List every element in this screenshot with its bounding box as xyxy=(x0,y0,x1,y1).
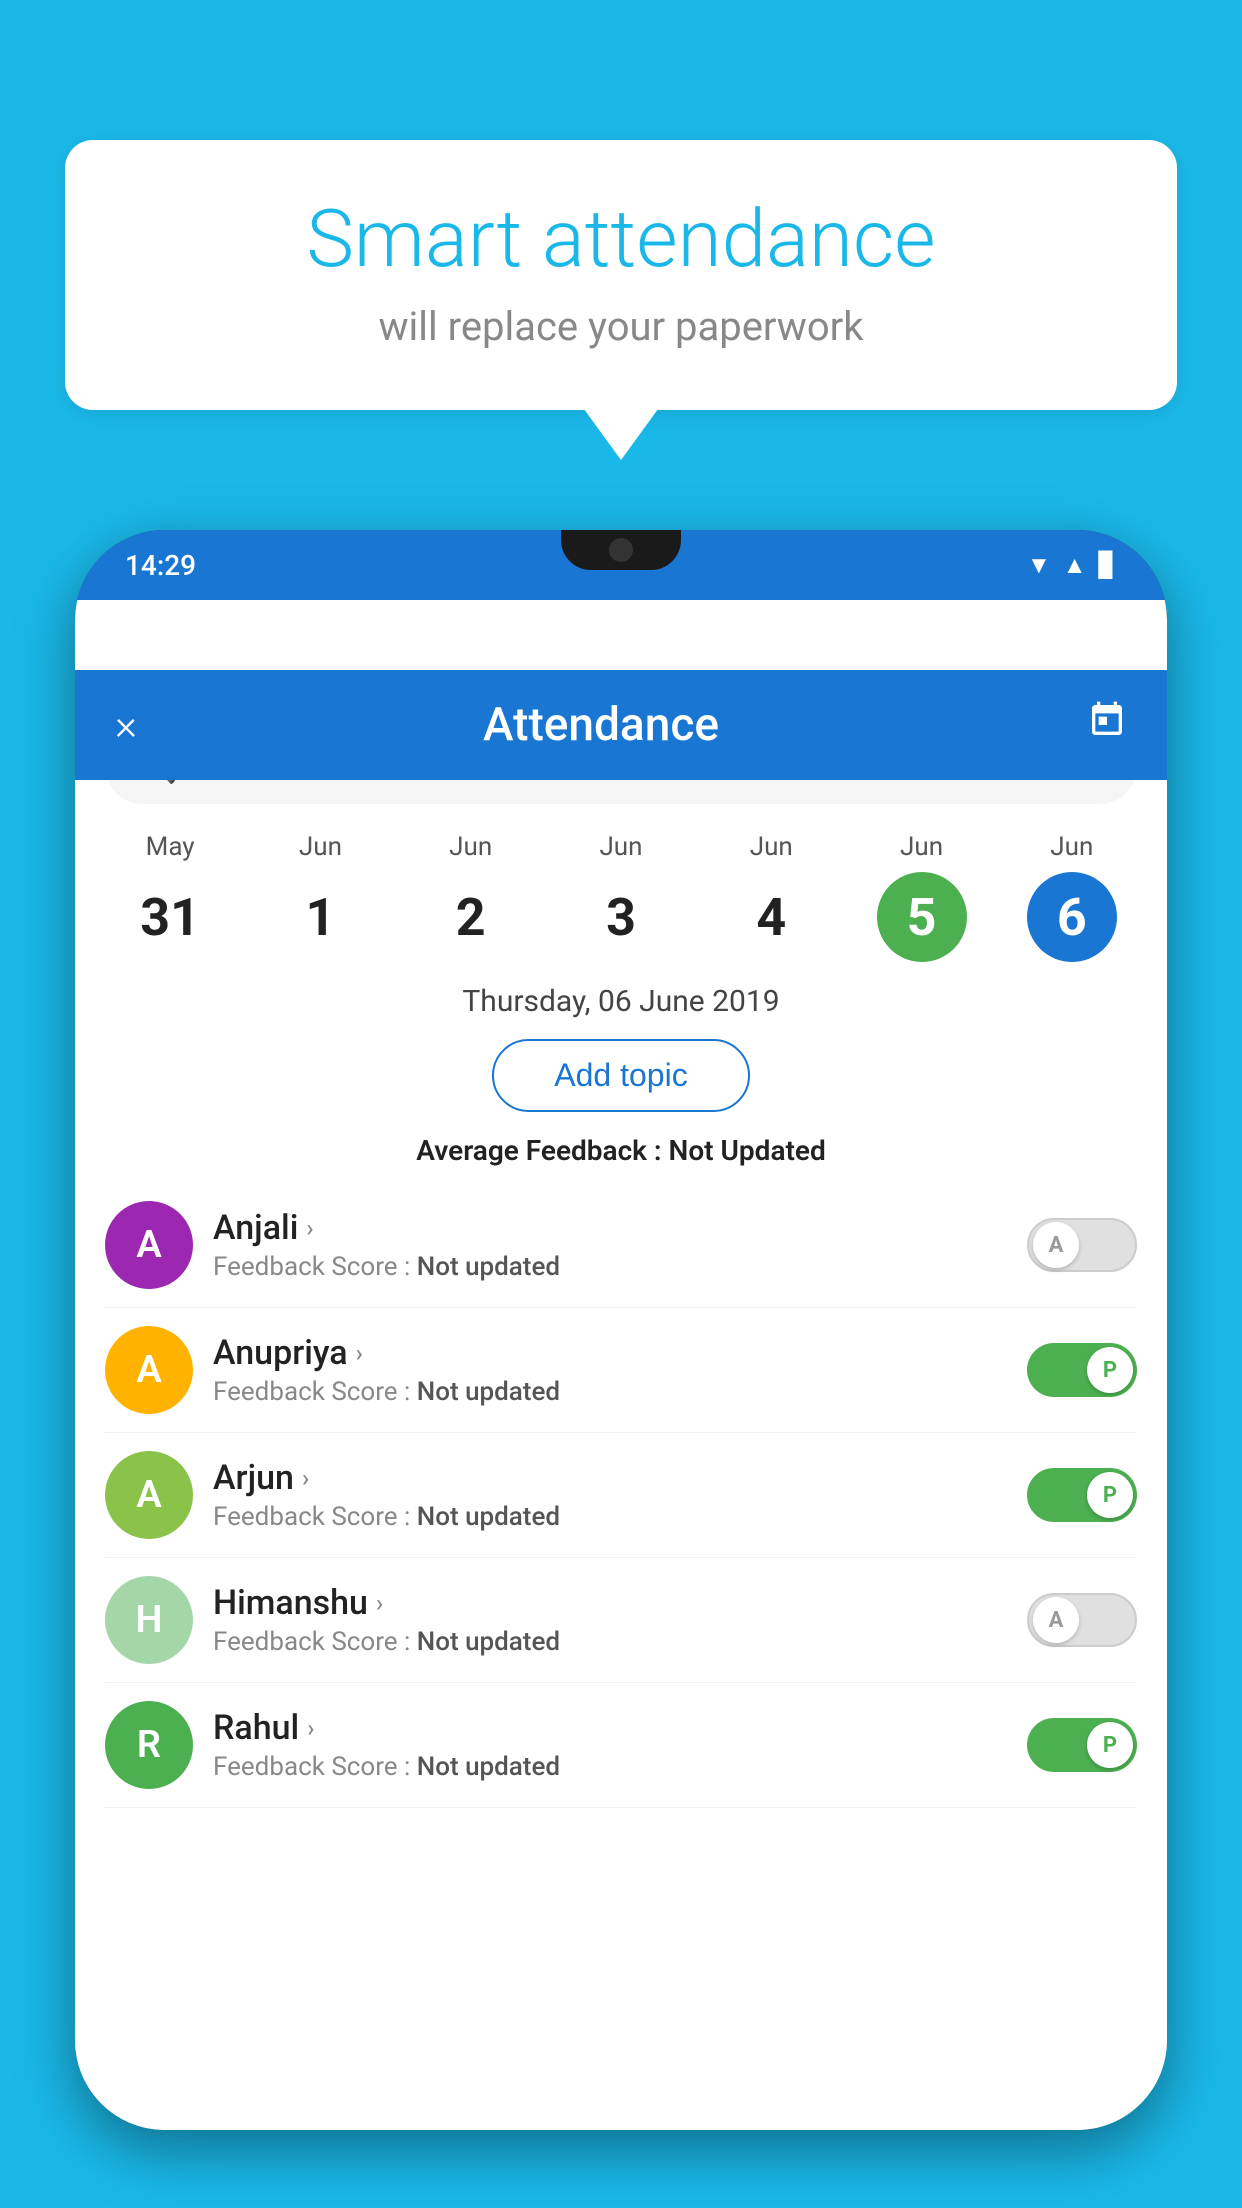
chevron-icon: › xyxy=(356,1339,363,1367)
app-bar: × Attendance xyxy=(75,670,1167,780)
phone-container: 14:29 ▼ ▲ ▊ × Attendance xyxy=(75,530,1167,2130)
cal-day-5[interactable]: Jun 5 xyxy=(862,832,982,962)
attendance-toggle[interactable]: A xyxy=(1027,1593,1137,1647)
cal-date-number: 5 xyxy=(877,872,967,962)
cal-month-label: Jun xyxy=(299,832,342,862)
student-item[interactable]: A Anjali › Feedback Score : Not updated A xyxy=(105,1183,1137,1308)
student-avatar: A xyxy=(105,1326,193,1414)
feedback-value: Not updated xyxy=(417,1627,560,1657)
student-feedback: Feedback Score : Not updated xyxy=(213,1627,1007,1657)
app-bar-title: Attendance xyxy=(175,698,1027,752)
bubble-title: Smart attendance xyxy=(125,195,1117,283)
toggle-knob: A xyxy=(1033,1597,1079,1643)
cal-date-number: 1 xyxy=(275,872,365,962)
student-item[interactable]: H Himanshu › Feedback Score : Not updated A xyxy=(105,1558,1137,1683)
cal-day-3[interactable]: Jun 3 xyxy=(561,832,681,962)
selected-date-label: Thursday, 06 June 2019 xyxy=(75,972,1167,1027)
student-info: Anjali › Feedback Score : Not updated xyxy=(213,1208,1007,1282)
bubble-subtitle: will replace your paperwork xyxy=(125,303,1117,350)
student-name: Anjali › xyxy=(213,1208,1007,1248)
student-feedback: Feedback Score : Not updated xyxy=(213,1377,1007,1407)
feedback-value: Not updated xyxy=(417,1502,560,1532)
camera-notch xyxy=(609,538,633,562)
student-item[interactable]: R Rahul › Feedback Score : Not updated P xyxy=(105,1683,1137,1808)
student-list: AAnjali ›Feedback Score : Not updatedAAA… xyxy=(75,1183,1167,1808)
cal-month-label: May xyxy=(146,832,195,862)
student-avatar: A xyxy=(105,1201,193,1289)
speech-bubble: Smart attendance will replace your paper… xyxy=(65,140,1177,410)
feedback-value: Not updated xyxy=(417,1752,560,1782)
chevron-icon: › xyxy=(302,1464,309,1492)
avg-feedback-value: Not Updated xyxy=(669,1134,826,1167)
calendar-row: May 31 Jun 1 Jun 2 Jun 3 Jun 4 Jun 5 Jun 6 xyxy=(75,822,1167,972)
cal-month-label: Jun xyxy=(449,832,492,862)
toggle-knob: A xyxy=(1033,1222,1079,1268)
chevron-icon: › xyxy=(307,1714,314,1742)
cal-month-label: Jun xyxy=(900,832,943,862)
phone-frame: 14:29 ▼ ▲ ▊ × Attendance xyxy=(75,530,1167,2130)
student-feedback: Feedback Score : Not updated xyxy=(213,1752,1007,1782)
signal-icon: ▲ xyxy=(1063,551,1087,580)
student-info: Arjun › Feedback Score : Not updated xyxy=(213,1458,1007,1532)
cal-date-number: 4 xyxy=(726,872,816,962)
cal-date-number: 31 xyxy=(125,872,215,962)
speech-bubble-container: Smart attendance will replace your paper… xyxy=(65,140,1177,410)
cal-day-4[interactable]: Jun 4 xyxy=(711,832,831,962)
student-avatar: A xyxy=(105,1451,193,1539)
feedback-value: Not updated xyxy=(417,1252,560,1282)
cal-day-6[interactable]: Jun 6 xyxy=(1012,832,1132,962)
chevron-icon: › xyxy=(376,1589,383,1617)
toggle-knob: P xyxy=(1087,1722,1133,1768)
student-info: Anupriya › Feedback Score : Not updated xyxy=(213,1333,1007,1407)
student-name: Anupriya › xyxy=(213,1333,1007,1373)
battery-icon: ▊ xyxy=(1099,551,1117,579)
student-name: Himanshu › xyxy=(213,1583,1007,1623)
student-avatar: R xyxy=(105,1701,193,1789)
status-time: 14:29 xyxy=(125,549,196,582)
student-item[interactable]: A Anupriya › Feedback Score : Not updated P xyxy=(105,1308,1137,1433)
cal-month-label: Jun xyxy=(1050,832,1093,862)
attendance-toggle[interactable]: P xyxy=(1027,1343,1137,1397)
phone-screen: × Attendance 🔍 Search May xyxy=(75,600,1167,2130)
student-info: Himanshu › Feedback Score : Not updated xyxy=(213,1583,1007,1657)
cal-day-2[interactable]: Jun 2 xyxy=(411,832,531,962)
chevron-icon: › xyxy=(306,1214,313,1242)
cal-date-number: 6 xyxy=(1027,872,1117,962)
status-bar: 14:29 ▼ ▲ ▊ xyxy=(75,530,1167,600)
student-name: Arjun › xyxy=(213,1458,1007,1498)
cal-date-number: 3 xyxy=(576,872,666,962)
student-name: Rahul › xyxy=(213,1708,1007,1748)
toggle-knob: P xyxy=(1087,1472,1133,1518)
status-icons: ▼ ▲ ▊ xyxy=(1027,551,1117,580)
student-item[interactable]: A Arjun › Feedback Score : Not updated P xyxy=(105,1433,1137,1558)
avg-feedback-label: Average Feedback : xyxy=(416,1134,668,1167)
attendance-toggle[interactable]: A xyxy=(1027,1218,1137,1272)
toggle-knob: P xyxy=(1087,1347,1133,1393)
cal-day-1[interactable]: Jun 1 xyxy=(260,832,380,962)
calendar-icon[interactable] xyxy=(1087,700,1127,750)
average-feedback: Average Feedback : Not Updated xyxy=(75,1124,1167,1183)
cal-date-number: 2 xyxy=(426,872,516,962)
notch xyxy=(561,530,681,570)
screen-content: 🔍 Search May31Jun1Jun2Jun3Jun4Jun5Jun6 T… xyxy=(75,710,1167,2130)
cal-month-label: Jun xyxy=(750,832,793,862)
cal-day-0[interactable]: May 31 xyxy=(110,832,230,962)
student-feedback: Feedback Score : Not updated xyxy=(213,1502,1007,1532)
attendance-toggle[interactable]: P xyxy=(1027,1468,1137,1522)
student-info: Rahul › Feedback Score : Not updated xyxy=(213,1708,1007,1782)
close-button[interactable]: × xyxy=(115,701,175,750)
attendance-toggle[interactable]: P xyxy=(1027,1718,1137,1772)
feedback-value: Not updated xyxy=(417,1377,560,1407)
wifi-icon: ▼ xyxy=(1027,551,1051,580)
student-feedback: Feedback Score : Not updated xyxy=(213,1252,1007,1282)
add-topic-button[interactable]: Add topic xyxy=(492,1039,749,1112)
cal-month-label: Jun xyxy=(599,832,642,862)
student-avatar: H xyxy=(105,1576,193,1664)
